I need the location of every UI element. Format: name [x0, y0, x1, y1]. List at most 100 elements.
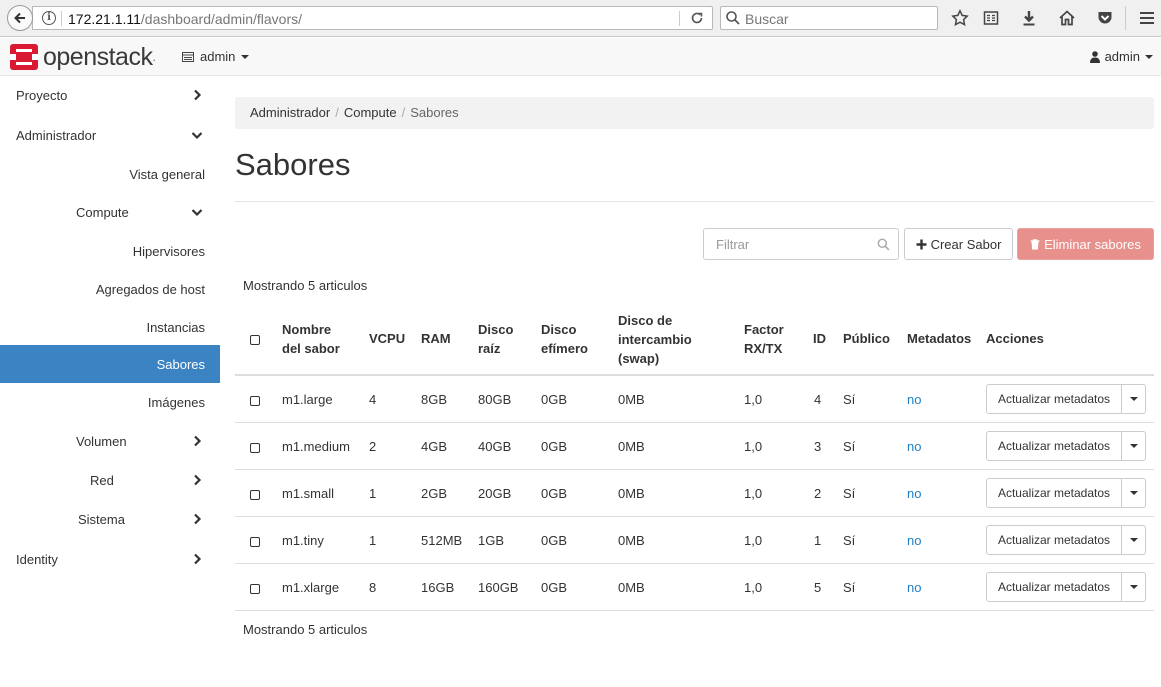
row-actions: Actualizar metadatos [986, 572, 1146, 602]
header-name[interactable]: Nombre del sabor [282, 320, 340, 358]
sidebar-item-compute[interactable]: Compute [0, 193, 220, 231]
header-swap-disk[interactable]: Disco de intercambio (swap) [618, 311, 692, 368]
row-checkbox[interactable] [250, 584, 260, 594]
update-metadata-button[interactable]: Actualizar metadatos [986, 431, 1122, 461]
back-button[interactable] [7, 5, 33, 31]
plus-icon [916, 239, 927, 249]
actions-dropdown-toggle[interactable] [1122, 478, 1146, 508]
table-header: Nombre del sabor VCPU RAM Disco raíz Disco… [235, 305, 1154, 376]
project-dropdown[interactable]: admin [182, 49, 250, 64]
cell-metadata-link[interactable]: no [907, 533, 921, 548]
sidebar-item-identity[interactable]: Identity [0, 540, 220, 578]
breadcrumb-administrador[interactable]: Administrador [250, 105, 330, 120]
cell-rxtx: 1,0 [744, 486, 763, 501]
update-metadata-button[interactable]: Actualizar metadatos [986, 525, 1122, 555]
row-checkbox[interactable] [250, 490, 260, 500]
row-checkbox[interactable] [250, 396, 260, 406]
header-id[interactable]: ID [813, 329, 826, 348]
breadcrumb-sabores: Sabores [410, 105, 459, 120]
cell-metadata-link[interactable]: no [907, 439, 921, 454]
chevron-right-icon [194, 474, 202, 486]
sidebar-item-sabores[interactable]: Sabores [0, 345, 220, 383]
update-metadata-button[interactable]: Actualizar metadatos [986, 572, 1122, 602]
search-input[interactable]: Buscar [720, 6, 938, 30]
filter-input[interactable]: Filtrar [703, 228, 899, 260]
breadcrumb-compute[interactable]: Compute [344, 105, 397, 120]
user-dropdown[interactable]: admin [1089, 49, 1153, 64]
info-icon[interactable]: i [42, 11, 56, 25]
sidebar-item-label: Hipervisores [132, 244, 205, 259]
sidebar-item-instancias[interactable]: Instancias [0, 308, 220, 346]
actions-dropdown-toggle[interactable] [1122, 431, 1146, 461]
sidebar-item-agregados-de-host[interactable]: Agregados de host [0, 270, 220, 308]
cell-id: 4 [814, 392, 822, 407]
cell-ram: 2GB [421, 486, 448, 501]
url-text[interactable]: 172.21.1.11/dashboard/admin/flavors/ [68, 11, 302, 27]
search-icon[interactable] [877, 238, 890, 251]
header-root-disk[interactable]: Disco raíz [478, 320, 513, 358]
cell-name: m1.small [282, 486, 335, 501]
header-ram[interactable]: RAM [421, 329, 451, 348]
cell-ram: 512MB [421, 533, 463, 548]
actions-dropdown-toggle[interactable] [1122, 572, 1146, 602]
header-public[interactable]: Público [843, 329, 890, 348]
reader-view-icon[interactable] [981, 8, 1001, 28]
row-actions: Actualizar metadatos [986, 525, 1146, 555]
sidebar: Proyecto Administrador Vista general Com… [0, 76, 220, 687]
cell-swap-disk: 0MB [618, 580, 645, 595]
actions-dropdown-toggle[interactable] [1122, 384, 1146, 414]
header-actions: Acciones [986, 331, 1044, 346]
update-metadata-button[interactable]: Actualizar metadatos [986, 384, 1122, 414]
cell-ephemeral-disk: 0GB [541, 580, 568, 595]
sidebar-item-label: Proyecto [16, 88, 68, 103]
search-icon [726, 11, 740, 25]
header-vcpu[interactable]: VCPU [369, 329, 405, 348]
bookmark-star-icon[interactable] [950, 8, 970, 28]
header-ephemeral-disk[interactable]: Disco efímero [541, 320, 588, 358]
row-checkbox[interactable] [250, 537, 260, 547]
openstack-logo[interactable]: openstack. [10, 44, 156, 70]
download-icon[interactable] [1019, 8, 1039, 28]
pocket-icon[interactable] [1095, 8, 1115, 28]
cell-metadata-link[interactable]: no [907, 486, 921, 501]
cell-rxtx: 1,0 [744, 392, 763, 407]
sidebar-item-hipervisores[interactable]: Hipervisores [0, 232, 220, 270]
cell-swap-disk: 0MB [618, 486, 645, 501]
sidebar-item-red[interactable]: Red [0, 461, 220, 499]
cell-name: m1.large [282, 392, 333, 407]
cell-name: m1.medium [282, 439, 350, 454]
update-metadata-button[interactable]: Actualizar metadatos [986, 478, 1122, 508]
header-rxtx-factor[interactable]: Factor RX/TX [744, 320, 784, 358]
sidebar-item-imagenes[interactable]: Imágenes [0, 383, 220, 421]
url-divider [679, 11, 680, 26]
user-icon [1089, 50, 1100, 63]
select-all-checkbox[interactable] [250, 335, 260, 345]
sidebar-item-label: Imágenes [147, 395, 205, 410]
chevron-right-icon [194, 513, 202, 525]
home-icon[interactable] [1057, 8, 1077, 28]
delete-flavors-button[interactable]: Eliminar sabores [1017, 228, 1154, 260]
table-row: m1.tiny 1 512MB 1GB 0GB 0MB 1,0 1 Sí no … [235, 517, 1154, 564]
filter-placeholder: Filtrar [716, 237, 750, 252]
sidebar-item-vista-general[interactable]: Vista general [0, 155, 220, 193]
cell-metadata-link[interactable]: no [907, 580, 921, 595]
top-navbar: openstack. admin admin [0, 38, 1161, 76]
sidebar-item-label: Administrador [16, 128, 97, 143]
cell-metadata-link[interactable]: no [907, 392, 921, 407]
sidebar-item-label: Identity [16, 552, 58, 567]
hamburger-menu-icon[interactable] [1137, 8, 1157, 28]
sidebar-item-proyecto[interactable]: Proyecto [0, 76, 220, 114]
cell-rxtx: 1,0 [744, 439, 763, 454]
header-metadata[interactable]: Metadatos [907, 329, 971, 348]
row-actions: Actualizar metadatos [986, 384, 1146, 414]
chevron-right-icon [194, 553, 202, 565]
create-flavor-button[interactable]: Crear Sabor [904, 228, 1013, 260]
url-bar[interactable]: i 172.21.1.11/dashboard/admin/flavors/ [32, 6, 713, 30]
sidebar-item-administrador[interactable]: Administrador [0, 116, 220, 154]
actions-dropdown-toggle[interactable] [1122, 525, 1146, 555]
row-checkbox[interactable] [250, 443, 260, 453]
sidebar-item-sistema[interactable]: Sistema [0, 500, 220, 538]
reload-icon[interactable] [688, 9, 706, 27]
sidebar-item-volumen[interactable]: Volumen [0, 422, 220, 460]
cell-id: 5 [814, 580, 822, 595]
